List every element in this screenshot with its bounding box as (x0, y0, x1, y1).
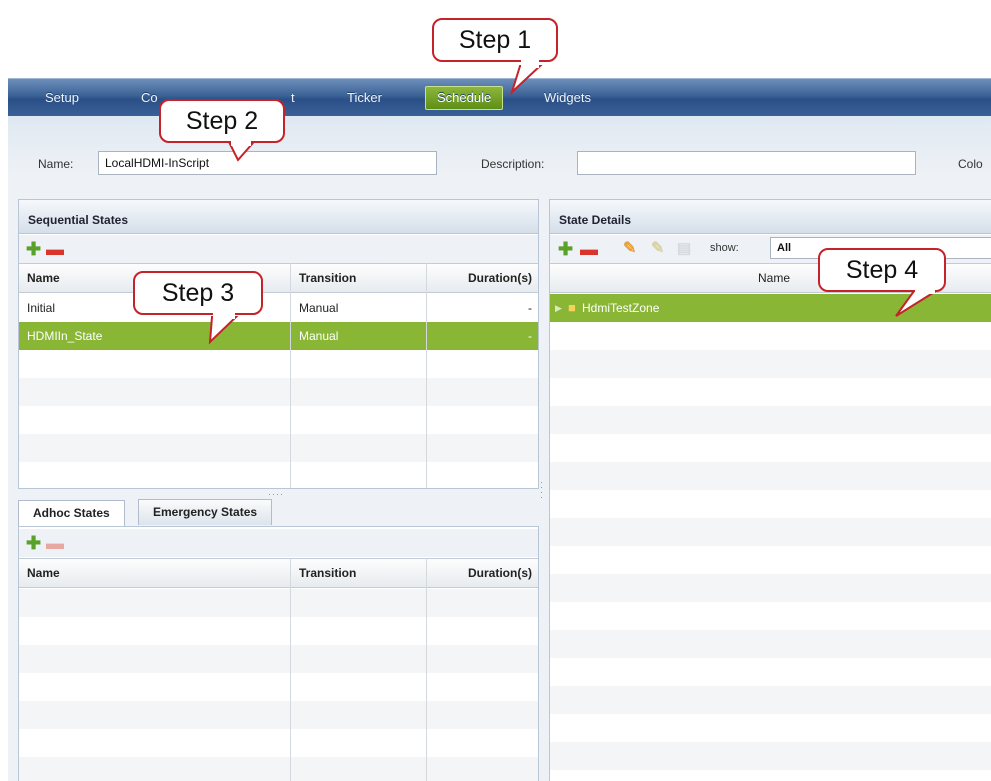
column-divider (290, 263, 291, 488)
seam-fix (915, 285, 935, 294)
empty-row (550, 742, 991, 770)
remove-item-button[interactable]: ▬ (580, 240, 598, 258)
column-divider (426, 558, 427, 781)
callout-step3: Step 3 (133, 271, 263, 315)
state-name: Initial (27, 301, 56, 315)
adhoc-grid-header: Name Transition Duration(s) (19, 558, 538, 588)
empty-row (550, 406, 991, 434)
tab-emergency-states[interactable]: Emergency States (138, 499, 273, 525)
empty-row (19, 757, 538, 781)
column-duration[interactable]: Duration(s) (468, 559, 532, 587)
nav-tab-ticker[interactable]: Ticker (347, 88, 382, 110)
empty-row (19, 589, 538, 617)
empty-row (19, 645, 538, 673)
sequential-toolbar: ✚ ▬ (19, 235, 538, 263)
color-label: Colo (958, 157, 983, 171)
column-transition[interactable]: Transition (299, 559, 356, 587)
callout-step1: Step 1 (432, 18, 558, 62)
name-label: Name: (38, 157, 74, 171)
seam-fix (231, 137, 251, 146)
sequential-states-title: Sequential States (19, 200, 538, 234)
add-state-button[interactable]: ✚ (26, 240, 41, 258)
add-adhoc-button[interactable]: ✚ (26, 534, 41, 552)
empty-row (550, 574, 991, 602)
main-nav: Setup Co t Ticker Schedule Widgets (8, 78, 991, 116)
vertical-splitter[interactable]: · · · · (540, 478, 543, 502)
empty-row (19, 701, 538, 729)
tree-item-label: HdmiTestZone (582, 301, 660, 315)
remove-adhoc-button[interactable]: ▬ (46, 534, 64, 552)
table-row[interactable]: Initial Manual - (19, 294, 538, 322)
adhoc-toolbar: ✚ ▬ (19, 529, 538, 557)
tree-row-selected[interactable]: ▶ ■ HdmiTestZone (550, 294, 991, 322)
show-label: show: (710, 242, 739, 254)
description-field[interactable] (577, 151, 916, 175)
nav-tab-layout[interactable]: t (291, 88, 295, 110)
add-item-button[interactable]: ✚ (558, 240, 573, 258)
edit-pencil-icon[interactable]: ✎ (623, 240, 636, 258)
remove-state-button[interactable]: ▬ (46, 240, 64, 258)
column-transition[interactable]: Transition (299, 264, 356, 292)
column-duration[interactable]: Duration(s) (468, 264, 532, 292)
column-name[interactable]: Name (27, 559, 60, 587)
nav-tab-setup[interactable]: Setup (45, 88, 79, 110)
empty-row (550, 686, 991, 714)
state-transition: Manual (299, 301, 339, 315)
empty-row (550, 518, 991, 546)
column-divider (426, 263, 427, 488)
sequential-states-panel: Sequential States ✚ ▬ Name Transition Du… (18, 199, 539, 489)
nav-tab-schedule[interactable]: Schedule (425, 86, 504, 110)
nav-tab-content[interactable]: Co (141, 88, 158, 110)
state-name: HDMIIn_State (27, 329, 103, 343)
tab-adhoc-states[interactable]: Adhoc States (18, 500, 125, 527)
state-transition: Manual (299, 329, 339, 343)
empty-row (19, 378, 538, 406)
folder-icon: ■ (568, 300, 576, 315)
copy-icon[interactable]: ▤ (677, 240, 691, 258)
table-row-selected[interactable]: HDMIIn_State Manual - (19, 322, 538, 350)
seam-fix (521, 58, 539, 68)
column-name[interactable]: Name (27, 264, 60, 292)
seam-fix (213, 309, 235, 319)
empty-row (550, 462, 991, 490)
empty-row (550, 350, 991, 378)
empty-row (19, 434, 538, 462)
callout-step2: Step 2 (159, 99, 285, 143)
name-field[interactable]: LocalHDMI-InScript (98, 151, 437, 175)
state-duration: - (528, 301, 532, 315)
sequential-grid-header: Name Transition Duration(s) (19, 263, 538, 293)
nav-tab-widgets[interactable]: Widgets (544, 88, 591, 110)
description-label: Description: (481, 157, 545, 171)
empty-row (550, 630, 991, 658)
state-details-title: State Details (550, 200, 991, 234)
column-divider (290, 558, 291, 781)
expand-arrow-icon[interactable]: ▶ (555, 294, 562, 322)
horizontal-splitter[interactable]: ···· (268, 489, 284, 499)
state-duration: - (528, 329, 532, 343)
column-name[interactable]: Name (758, 264, 790, 292)
edit-alt-icon[interactable]: ✎ (651, 240, 664, 258)
adhoc-states-panel: ✚ ▬ Name Transition Duration(s) (18, 526, 539, 781)
